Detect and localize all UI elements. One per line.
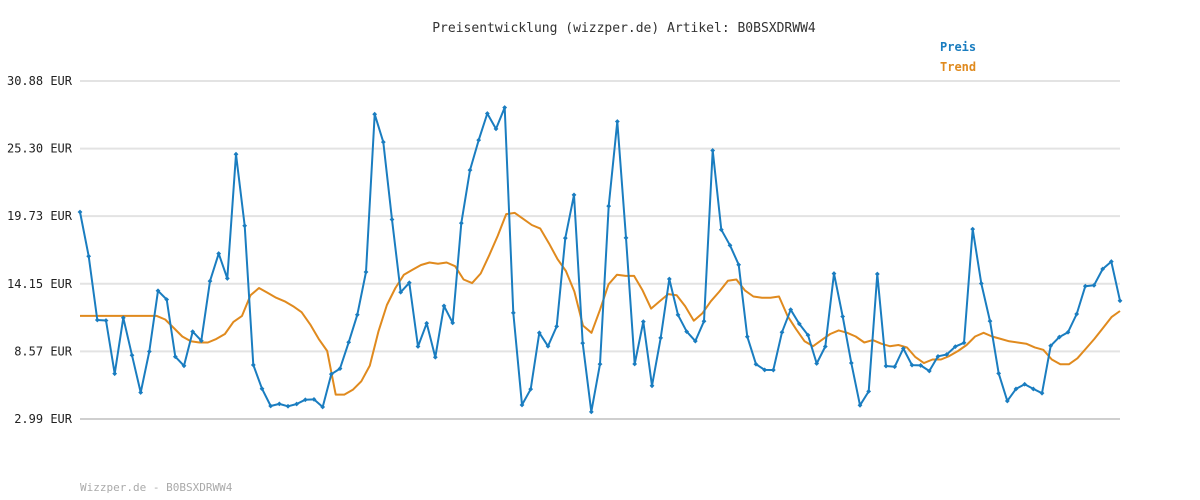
data-point: [1117, 298, 1123, 304]
data-point: [86, 253, 92, 259]
data-point: [580, 340, 586, 346]
data-point: [510, 310, 516, 316]
data-point: [571, 192, 577, 198]
footer-text: Wizzper.de - B0BSXDRWW4: [80, 481, 233, 494]
legend-trend: Trend: [940, 60, 976, 74]
data-point: [978, 281, 984, 286]
y-tick-label: 19.73 EUR: [7, 209, 73, 223]
series-layer: [77, 105, 1123, 415]
data-point: [597, 361, 603, 367]
data-point: [129, 352, 135, 358]
data-point: [216, 251, 222, 256]
data-point: [224, 276, 230, 281]
data-point: [614, 119, 620, 124]
data-point: [840, 314, 846, 319]
data-point: [632, 361, 638, 367]
data-point: [744, 334, 750, 340]
data-point: [623, 235, 629, 241]
data-point: [242, 223, 248, 229]
data-point: [883, 363, 889, 369]
data-point: [432, 354, 438, 360]
data-point: [354, 312, 360, 318]
data-point: [970, 226, 976, 232]
data-point: [372, 111, 378, 117]
y-tick-label: 14.15 EUR: [7, 277, 73, 291]
data-point: [770, 367, 776, 373]
data-point: [606, 203, 612, 209]
data-point: [276, 401, 282, 407]
data-point: [346, 339, 352, 345]
data-point: [467, 167, 473, 173]
data-point: [458, 220, 464, 226]
data-point: [476, 137, 482, 143]
y-tick-label: 30.88 EUR: [7, 74, 73, 88]
legend-preis: Preis: [940, 40, 976, 54]
data-point: [640, 319, 646, 325]
data-point: [666, 276, 672, 282]
data-point: [146, 349, 152, 354]
data-point: [848, 360, 854, 366]
data-point: [831, 271, 837, 276]
y-tick-label: 8.57 EUR: [14, 344, 73, 358]
y-tick-label: 2.99 EUR: [14, 412, 73, 426]
data-point: [562, 235, 568, 241]
data-point: [389, 217, 395, 222]
data-point: [103, 318, 109, 323]
data-point: [588, 409, 594, 415]
data-point: [987, 318, 993, 324]
data-point: [363, 269, 369, 275]
data-point: [380, 139, 386, 145]
data-point: [112, 371, 118, 377]
data-point: [250, 362, 256, 368]
data-point: [996, 371, 1002, 376]
data-point: [658, 335, 664, 341]
y-axis-ticks: 2.99 EUR 8.57 EUR 14.15 EUR 19.73 EUR 25.30 …: [7, 74, 73, 426]
data-point: [77, 209, 83, 215]
price-chart: Preisentwicklung (wizzper.de) Artikel: B…: [7, 21, 1123, 494]
data-point: [424, 320, 430, 326]
data-point: [649, 383, 655, 389]
data-point: [138, 390, 144, 395]
data-point: [94, 317, 100, 323]
chart-title: Preisentwicklung (wizzper.de) Artikel: B…: [432, 21, 816, 36]
y-tick-label: 25.30 EUR: [7, 142, 73, 156]
data-point: [874, 271, 880, 277]
data-point: [285, 403, 291, 409]
data-point: [233, 151, 239, 157]
